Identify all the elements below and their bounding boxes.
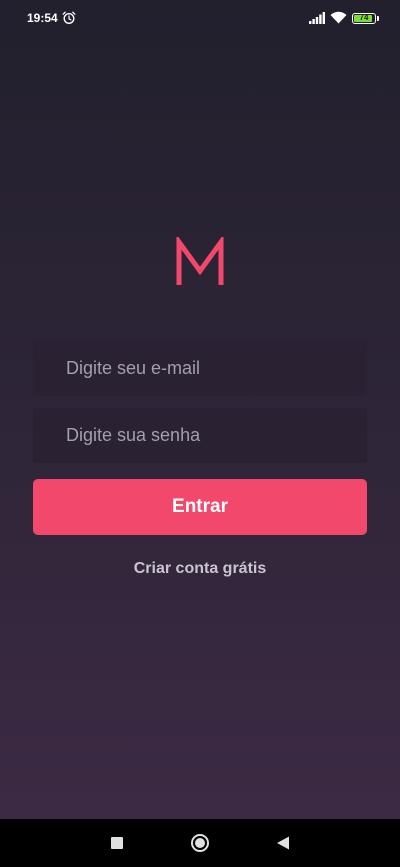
login-button[interactable]: Entrar <box>33 479 367 535</box>
logo-icon <box>176 237 224 285</box>
navigation-bar <box>0 819 400 867</box>
home-icon[interactable] <box>191 834 209 852</box>
home-icon-inner <box>195 838 205 848</box>
create-account-link[interactable]: Criar conta grátis <box>0 560 400 578</box>
password-field[interactable] <box>33 408 367 463</box>
signal-icon <box>309 12 325 24</box>
battery-level: 74 <box>359 13 369 22</box>
battery-icon: 74 <box>352 13 376 24</box>
back-icon[interactable] <box>276 836 290 850</box>
battery-tip <box>377 16 379 21</box>
alarm-icon <box>62 11 76 25</box>
status-time: 19:54 <box>27 11 58 25</box>
status-bar: 19:54 74 <box>0 0 400 36</box>
wifi-icon <box>330 11 347 24</box>
recents-icon[interactable] <box>111 837 123 849</box>
email-field[interactable] <box>33 341 367 396</box>
